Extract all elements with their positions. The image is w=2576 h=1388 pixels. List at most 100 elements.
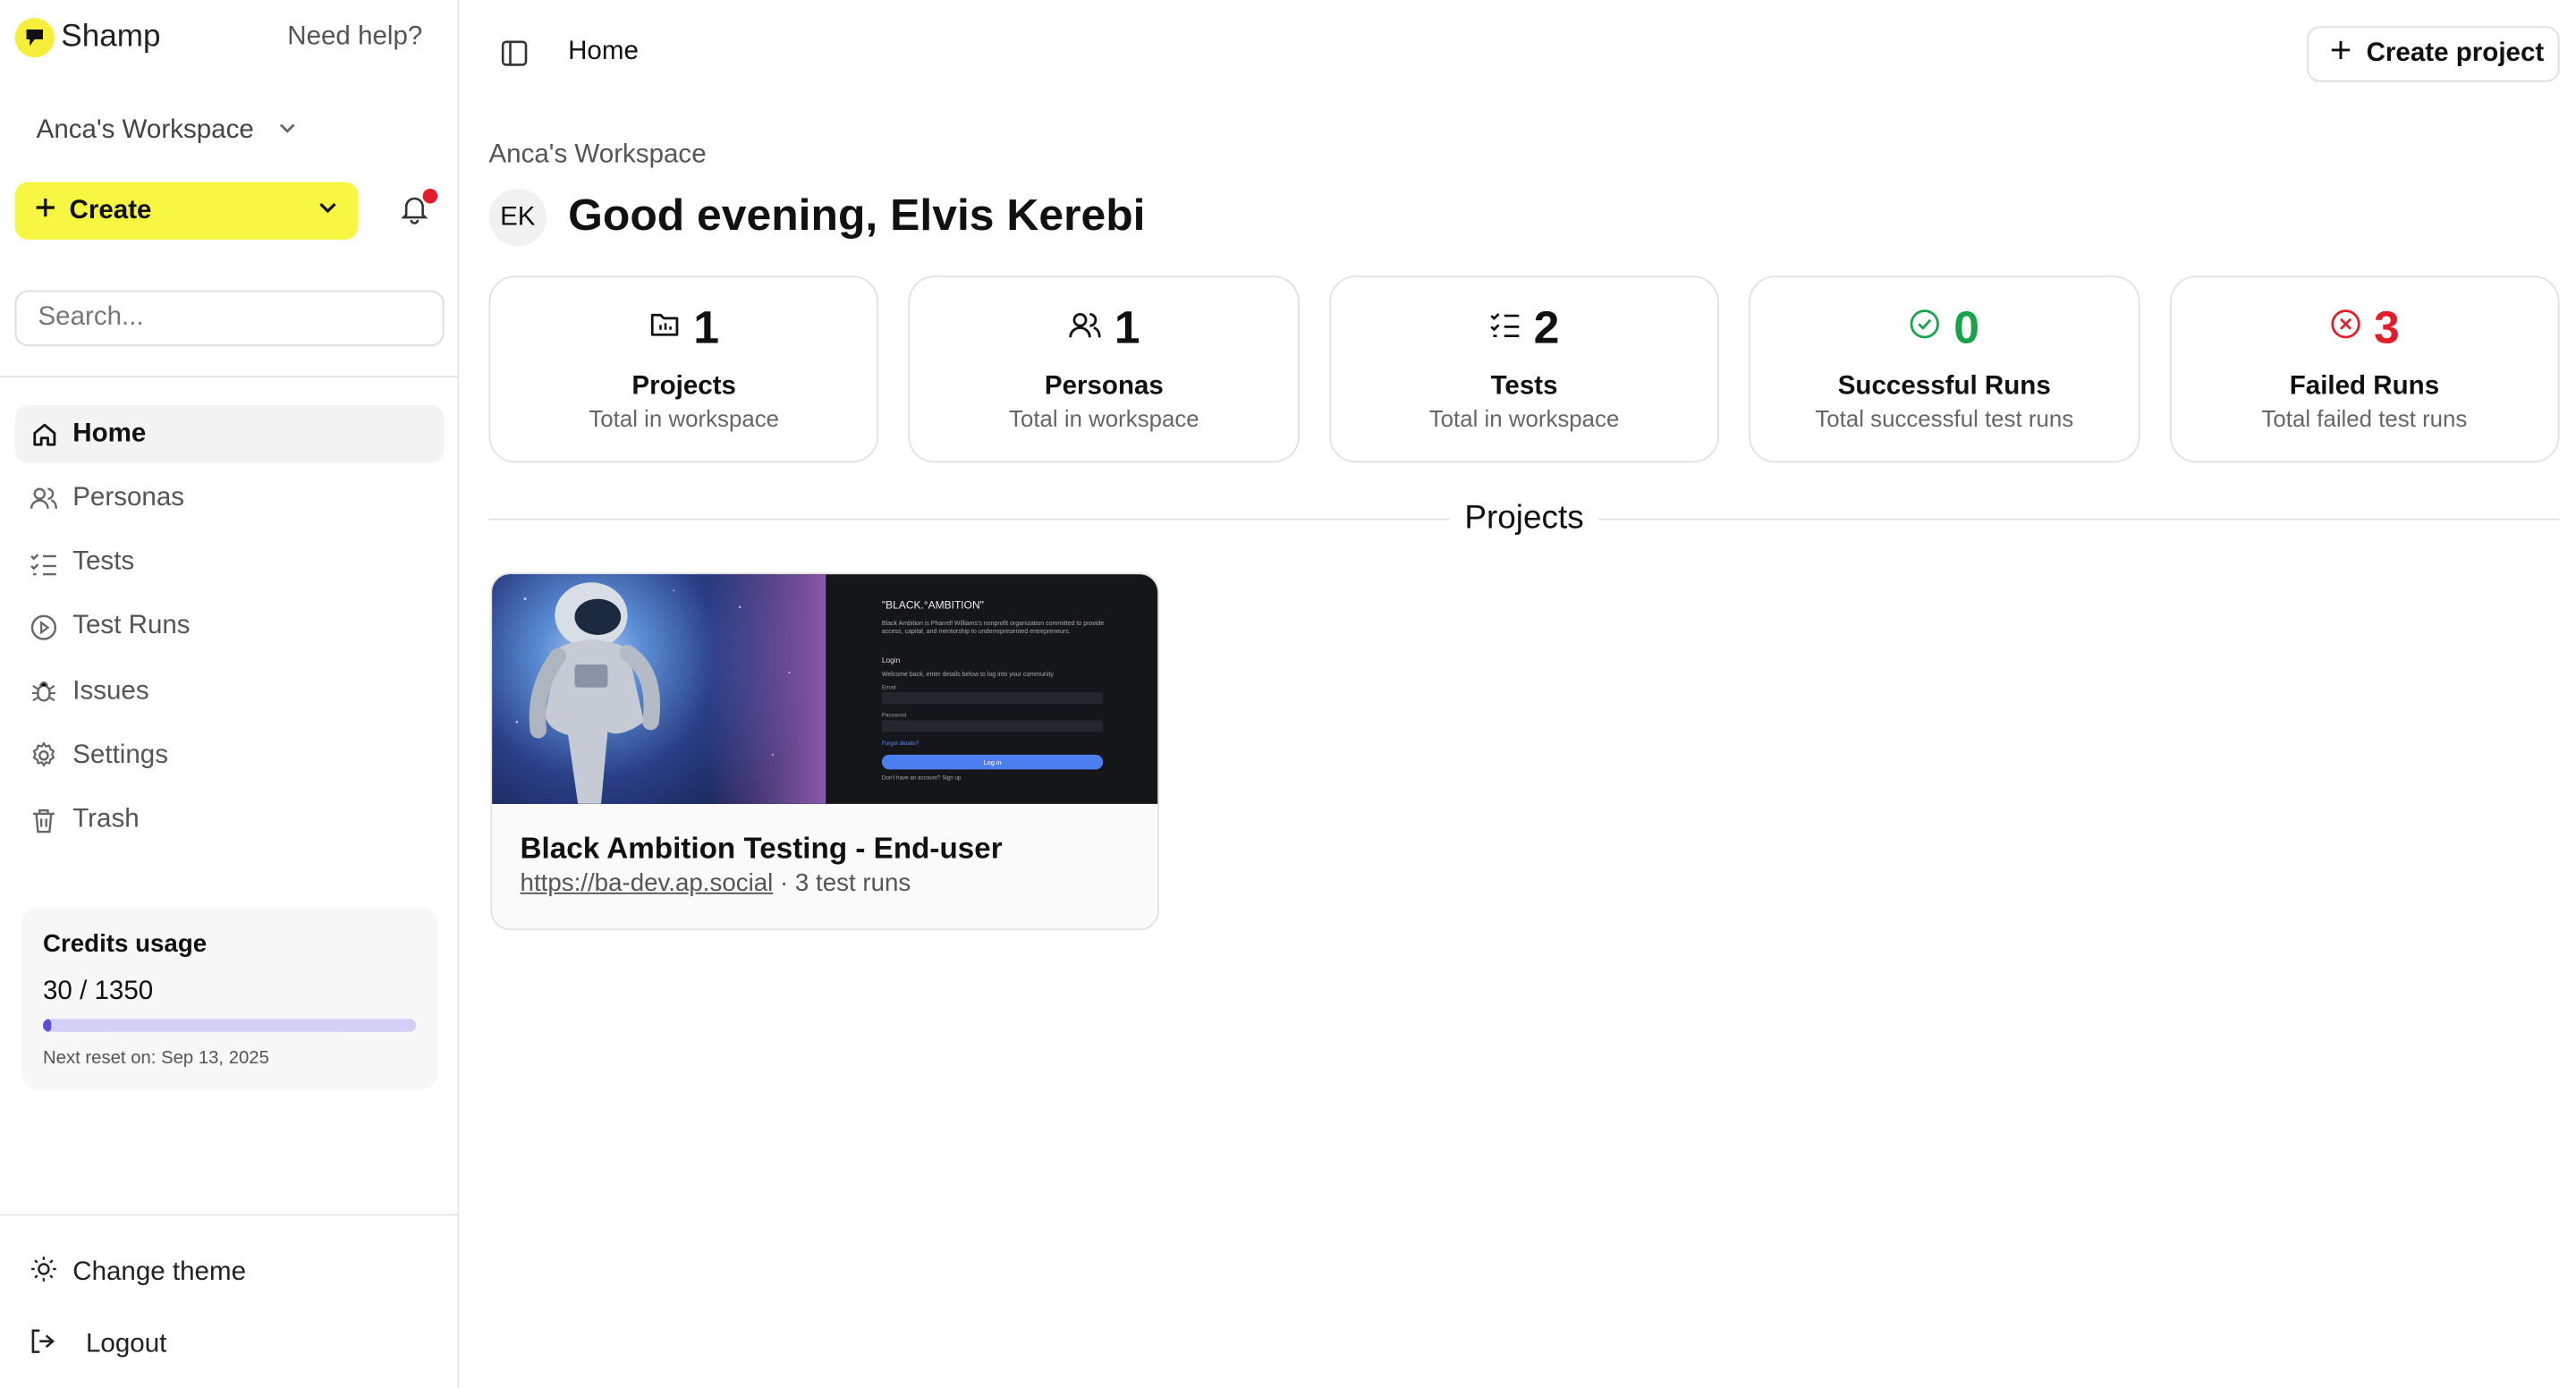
create-project-button[interactable]: Create project	[2307, 26, 2560, 82]
sidebar-item-tests[interactable]: Tests	[15, 534, 445, 591]
stat-subtitle: Total in workspace	[1009, 405, 1199, 432]
preview-email-label: Email	[881, 683, 896, 691]
trash-icon	[30, 807, 57, 834]
credits-usage-card: Credits usage 30 / 1350 Next reset on: S…	[21, 907, 438, 1090]
workspace-switcher[interactable]: Anca's Workspace	[37, 116, 297, 146]
brand-logo	[14, 18, 55, 58]
check-circle-icon	[1909, 309, 1940, 348]
sidebar-item-label: Trash	[72, 806, 140, 834]
sidebar-nav: Home Personas Tests Test Runs Issues Set…	[14, 405, 445, 857]
stat-value: 1	[1114, 301, 1140, 353]
stat-subtitle: Total in workspace	[1428, 405, 1620, 432]
preview-login-title: Login	[881, 656, 901, 664]
notifications-button[interactable]	[398, 188, 438, 231]
divider	[0, 376, 460, 377]
preview-login-button: Log in	[881, 754, 1104, 770]
list-check-icon	[30, 549, 57, 577]
stat-subtitle: Total successful test runs	[1815, 405, 2074, 432]
preview-brand: "BLACK.°AMBITION"	[881, 600, 984, 613]
divider	[1598, 517, 2560, 520]
users-icon	[1068, 308, 1101, 349]
astronaut-image	[492, 574, 826, 804]
credits-title: Credits usage	[43, 930, 208, 959]
credits-progress-fill	[43, 1019, 52, 1032]
stat-label: Tests	[1490, 372, 1558, 401]
folder-icon	[648, 309, 680, 348]
change-theme-label: Change theme	[72, 1258, 247, 1287]
create-button[interactable]: Create	[14, 182, 359, 240]
breadcrumb: Home	[568, 38, 639, 66]
workspace-label: Anca's Workspace	[488, 140, 707, 169]
stat-label: Successful Runs	[1837, 372, 2051, 401]
project-url-link[interactable]: https://ba-dev.ap.social	[521, 869, 774, 897]
panel-left-icon	[500, 40, 528, 73]
gear-icon	[30, 742, 57, 770]
brand-name: Shamp	[61, 20, 161, 55]
sidebar-item-settings[interactable]: Settings	[15, 728, 445, 785]
logout-button[interactable]: Logout	[30, 1327, 166, 1363]
project-thumbnail: "BLACK.°AMBITION" Black Ambition is Phar…	[492, 574, 1158, 804]
bell-icon	[398, 197, 431, 231]
chevron-down-icon	[317, 196, 338, 225]
project-card[interactable]: "BLACK.°AMBITION" Black Ambition is Phar…	[490, 572, 1160, 931]
projects-section-header: Projects	[488, 497, 2560, 540]
credits-value: 30 / 1350	[43, 978, 154, 1006]
notification-badge	[422, 188, 438, 204]
bug-icon	[30, 678, 57, 706]
stat-value: 3	[2373, 301, 2400, 353]
credits-reset-date: Next reset on: Sep 13, 2025	[43, 1048, 269, 1069]
plus-icon	[35, 196, 56, 225]
preview-description: Black Ambition is Pharrell Williams's no…	[881, 620, 1105, 636]
sidebar-toggle-button[interactable]	[500, 39, 530, 69]
stat-value: 1	[693, 301, 719, 353]
list-check-icon	[1489, 309, 1521, 348]
users-icon	[30, 485, 57, 512]
page-title: Good evening, Elvis Kerebi	[568, 190, 1146, 240]
project-runs-count: · 3 test runs	[780, 869, 911, 898]
search-input[interactable]	[14, 290, 445, 347]
divider	[488, 517, 1450, 520]
divider	[0, 1214, 460, 1216]
sidebar: Shamp Need help? Anca's Workspace Create	[0, 0, 460, 1388]
logout-icon	[30, 1327, 57, 1363]
workspace-name: Anca's Workspace	[36, 116, 254, 145]
sidebar-item-label: Home	[72, 419, 147, 447]
brand[interactable]: Shamp	[14, 18, 161, 58]
sidebar-item-trash[interactable]: Trash	[15, 792, 445, 850]
preview-forgot-link: Forgot details?	[881, 740, 919, 747]
chevron-down-icon	[277, 116, 297, 146]
sidebar-item-label: Test Runs	[72, 612, 191, 641]
home-icon	[30, 420, 57, 448]
play-circle-icon	[30, 614, 57, 641]
preview-password-label: Password	[881, 712, 907, 719]
sidebar-item-personas[interactable]: Personas	[15, 470, 445, 527]
preview-welcome: Welcome back, enter details below to log…	[881, 671, 1054, 678]
avatar: EK	[488, 188, 547, 247]
sun-icon	[30, 1255, 57, 1291]
stat-card-projects: 1 Projects Total in workspace	[488, 275, 879, 463]
stat-value: 0	[1953, 301, 1980, 353]
sidebar-item-test-runs[interactable]: Test Runs	[15, 598, 445, 656]
stat-label: Personas	[1044, 372, 1164, 401]
preview-email-field	[881, 692, 1104, 705]
sidebar-item-label: Settings	[72, 741, 168, 770]
stat-subtitle: Total in workspace	[589, 405, 780, 432]
stat-label: Projects	[631, 372, 736, 401]
logout-label: Logout	[86, 1330, 167, 1358]
need-help-link[interactable]: Need help?	[287, 23, 422, 53]
stat-subtitle: Total failed test runs	[2261, 405, 2468, 432]
sidebar-item-label: Personas	[72, 483, 185, 512]
sidebar-item-issues[interactable]: Issues	[15, 663, 445, 720]
sidebar-item-label: Tests	[72, 547, 135, 577]
change-theme-button[interactable]: Change theme	[30, 1255, 246, 1291]
stat-value: 2	[1533, 301, 1560, 353]
credits-progress-bar	[43, 1019, 417, 1032]
x-circle-icon	[2329, 309, 2360, 348]
create-project-label: Create project	[2366, 39, 2545, 68]
preview-password-field	[881, 720, 1104, 732]
plus-icon	[2330, 39, 2351, 69]
stat-card-personas: 1 Personas Total in workspace	[909, 275, 1300, 463]
sidebar-item-label: Issues	[72, 677, 149, 706]
sidebar-item-home[interactable]: Home	[14, 405, 445, 463]
section-title: Projects	[1464, 499, 1584, 536]
